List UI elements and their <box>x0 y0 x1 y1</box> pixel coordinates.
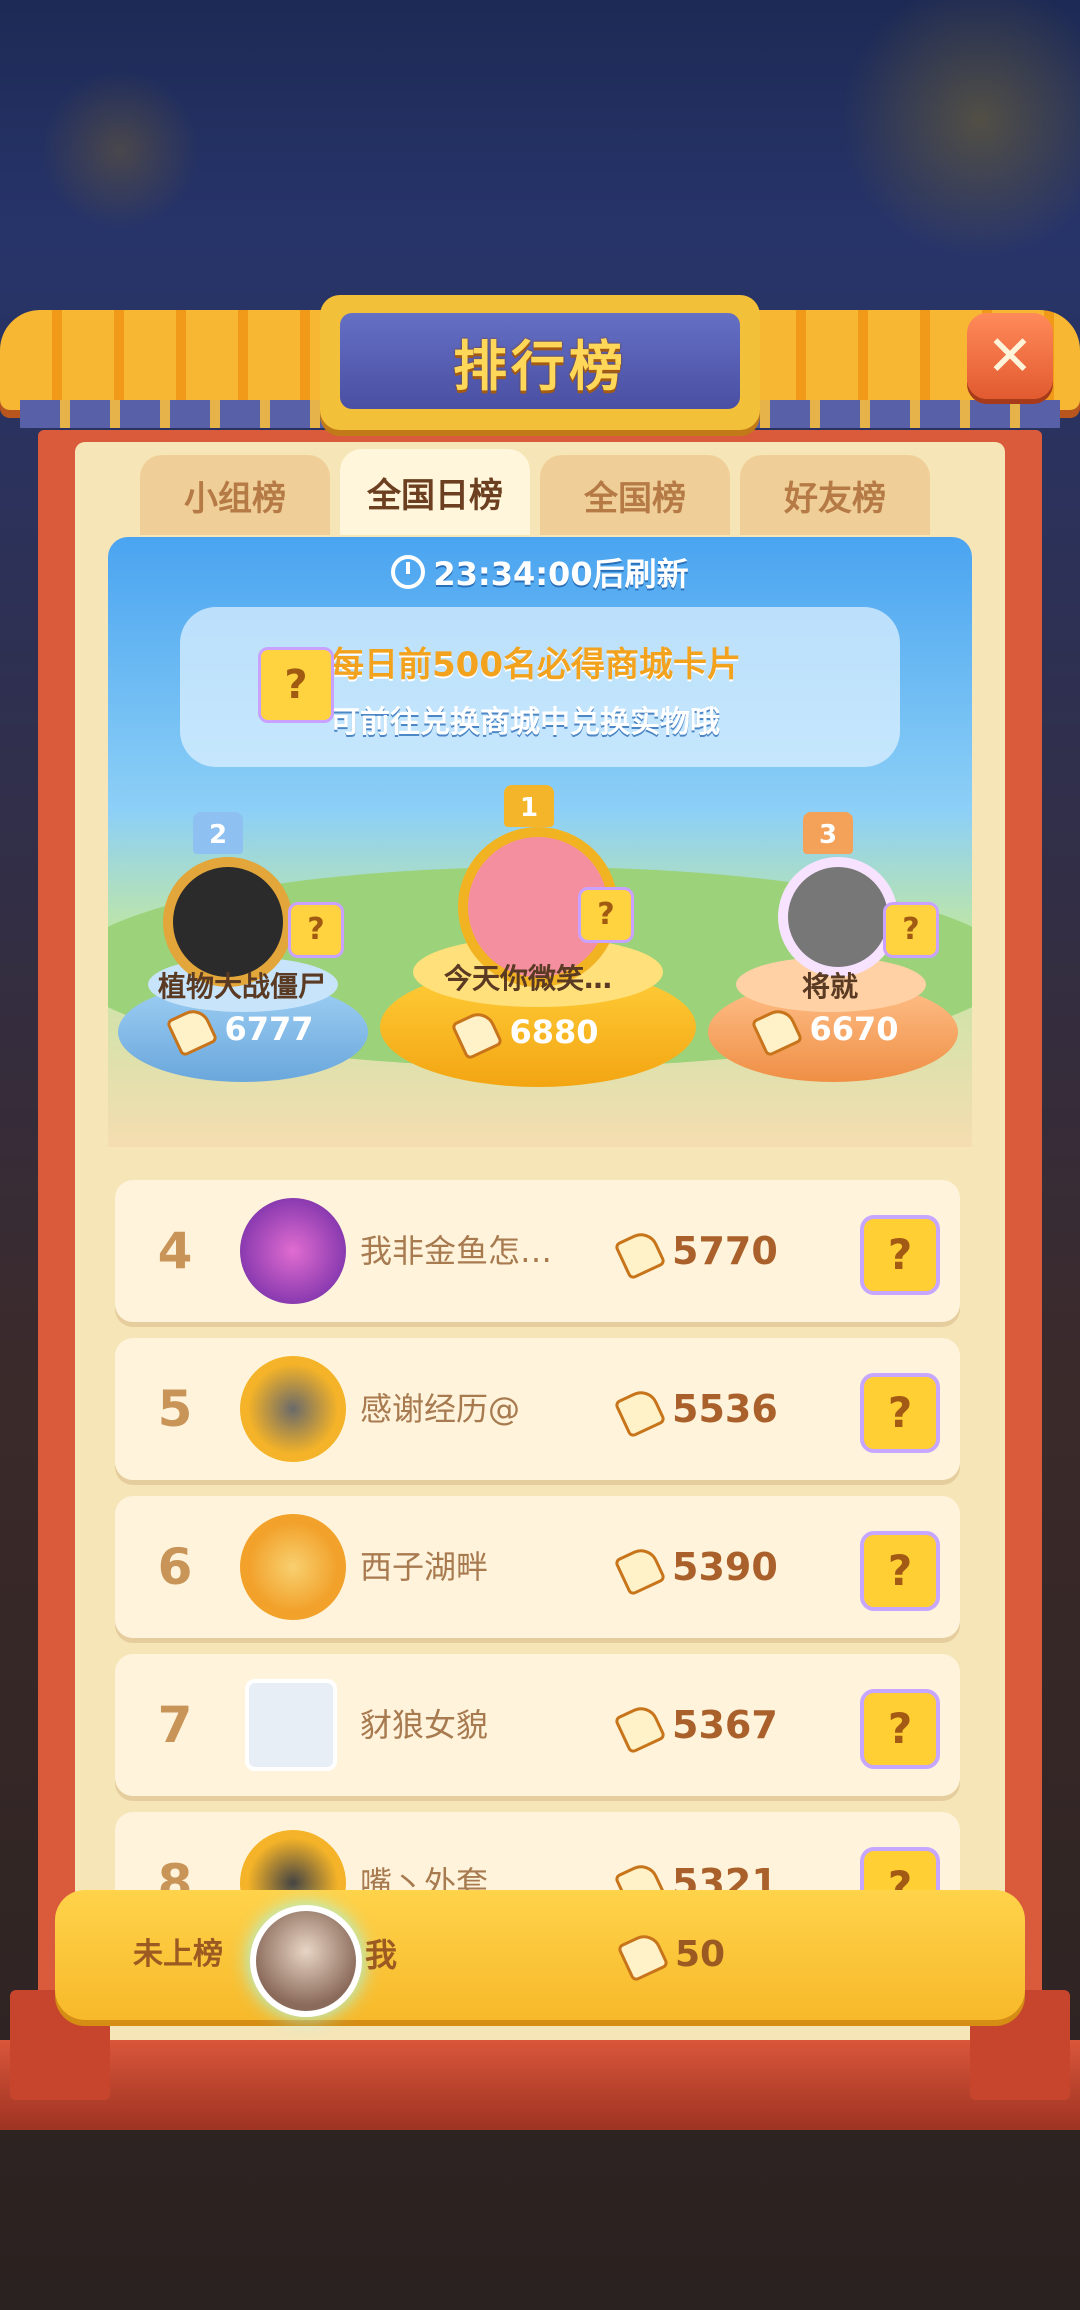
my-rank-bar: 未上榜 我 50 <box>55 1890 1025 2020</box>
list-item[interactable]: 7 豺狼女貌 5367 ? <box>115 1654 960 1796</box>
tab-national-daily[interactable]: 全国日榜 <box>340 449 530 535</box>
avatar[interactable] <box>240 1830 346 1890</box>
mystery-card-icon: ? <box>258 647 334 723</box>
ranking-list[interactable]: 4 我非金鱼怎… 5770 ? 5 感谢经历@ 5536 ? 6 西子湖畔 53… <box>115 1180 965 1890</box>
brush-icon <box>616 1929 670 1983</box>
podium-area: 23:34:00后刷新 每日前500名必得商城卡片 可前往兑换商城中兑换实物哦 … <box>108 537 972 1147</box>
mystery-card-button[interactable]: ? <box>860 1531 940 1611</box>
mystery-card-button[interactable]: ? <box>860 1373 940 1453</box>
my-score: 50 <box>616 1890 725 2020</box>
player-name: 嘴丶外套 <box>360 1864 489 1890</box>
podium-2-name: 植物大战僵尸 <box>157 970 326 1003</box>
close-icon: ✕ <box>986 323 1034 389</box>
tab-national[interactable]: 全国榜 <box>540 455 730 535</box>
rank-number: 5 <box>157 1380 193 1438</box>
my-name: 我 <box>365 1936 398 1974</box>
podium-1-score: 6880 <box>428 1007 628 1061</box>
avatar[interactable] <box>240 1356 346 1462</box>
avatar-rank-3[interactable] <box>778 857 898 977</box>
brush-icon <box>165 1004 220 1058</box>
clock-icon <box>391 555 426 589</box>
board-base <box>0 2040 1080 2130</box>
brush-icon <box>613 1542 667 1597</box>
close-button[interactable]: ✕ <box>967 313 1053 399</box>
podium-3-name: 将就 <box>801 970 858 1003</box>
player-score: 5770 <box>613 1180 778 1322</box>
player-name: 我非金鱼怎… <box>360 1232 553 1270</box>
my-rank-label: 未上榜 <box>133 1937 223 1972</box>
player-score: 5390 <box>613 1496 778 1638</box>
tab-friends[interactable]: 好友榜 <box>740 455 930 535</box>
brush-icon <box>613 1384 667 1439</box>
podium-2-score: 6777 <box>143 1004 343 1058</box>
player-score: 5536 <box>613 1338 778 1480</box>
brush-icon <box>613 1226 667 1281</box>
crown-rank-3: 3 <box>803 812 853 854</box>
podium-3-score: 6670 <box>728 1004 928 1058</box>
player-score: 5367 <box>613 1654 778 1796</box>
mystery-card-button[interactable]: ? <box>860 1847 940 1890</box>
refresh-timer: 23:34:00后刷新 <box>108 549 972 595</box>
banner-subtitle: 可前往兑换商城中兑换实物哦 <box>330 705 720 740</box>
title-plaque: 排行榜 <box>320 295 760 430</box>
mystery-card-icon: ? <box>578 887 634 943</box>
title-inner: 排行榜 <box>340 313 740 409</box>
crown-rank-1: 1 <box>504 785 554 827</box>
mystery-card-icon: ? <box>288 902 344 958</box>
mystery-card-icon: ? <box>883 902 939 958</box>
tab-group[interactable]: 小组榜 <box>140 455 330 535</box>
tab-bar: 小组榜 全国日榜 全国榜 好友榜 <box>140 449 940 535</box>
list-item[interactable]: 8 嘴丶外套 5321 ? <box>115 1812 960 1890</box>
avatar[interactable] <box>240 1198 346 1304</box>
player-name: 西子湖畔 <box>360 1548 489 1586</box>
page-title: 排行榜 <box>453 334 627 398</box>
list-item[interactable]: 5 感谢经历@ 5536 ? <box>115 1338 960 1480</box>
image-placeholder-icon[interactable] <box>245 1679 337 1771</box>
rank-number: 7 <box>157 1696 193 1754</box>
brush-icon <box>613 1700 667 1755</box>
player-name: 感谢经历@ <box>360 1390 521 1428</box>
banner-title: 每日前500名必得商城卡片 <box>330 645 741 685</box>
mystery-card-button[interactable]: ? <box>860 1215 940 1295</box>
rank-number: 6 <box>157 1538 193 1596</box>
podium-1-name: 今天你微笑… <box>443 962 612 995</box>
player-name: 豺狼女貌 <box>360 1706 489 1744</box>
crown-rank-2: 2 <box>193 812 243 854</box>
rank-number: 4 <box>157 1222 193 1280</box>
my-avatar[interactable] <box>250 1905 362 2017</box>
brush-icon <box>613 1858 667 1890</box>
player-score: 5321 <box>613 1812 778 1890</box>
list-item[interactable]: 4 我非金鱼怎… 5770 ? <box>115 1180 960 1322</box>
rank-number: 8 <box>157 1854 193 1890</box>
mystery-card-button[interactable]: ? <box>860 1689 940 1769</box>
brush-icon <box>750 1004 805 1058</box>
brush-icon <box>450 1007 505 1061</box>
avatar[interactable] <box>240 1514 346 1620</box>
refresh-text: 23:34:00后刷新 <box>433 555 689 593</box>
list-item[interactable]: 6 西子湖畔 5390 ? <box>115 1496 960 1638</box>
